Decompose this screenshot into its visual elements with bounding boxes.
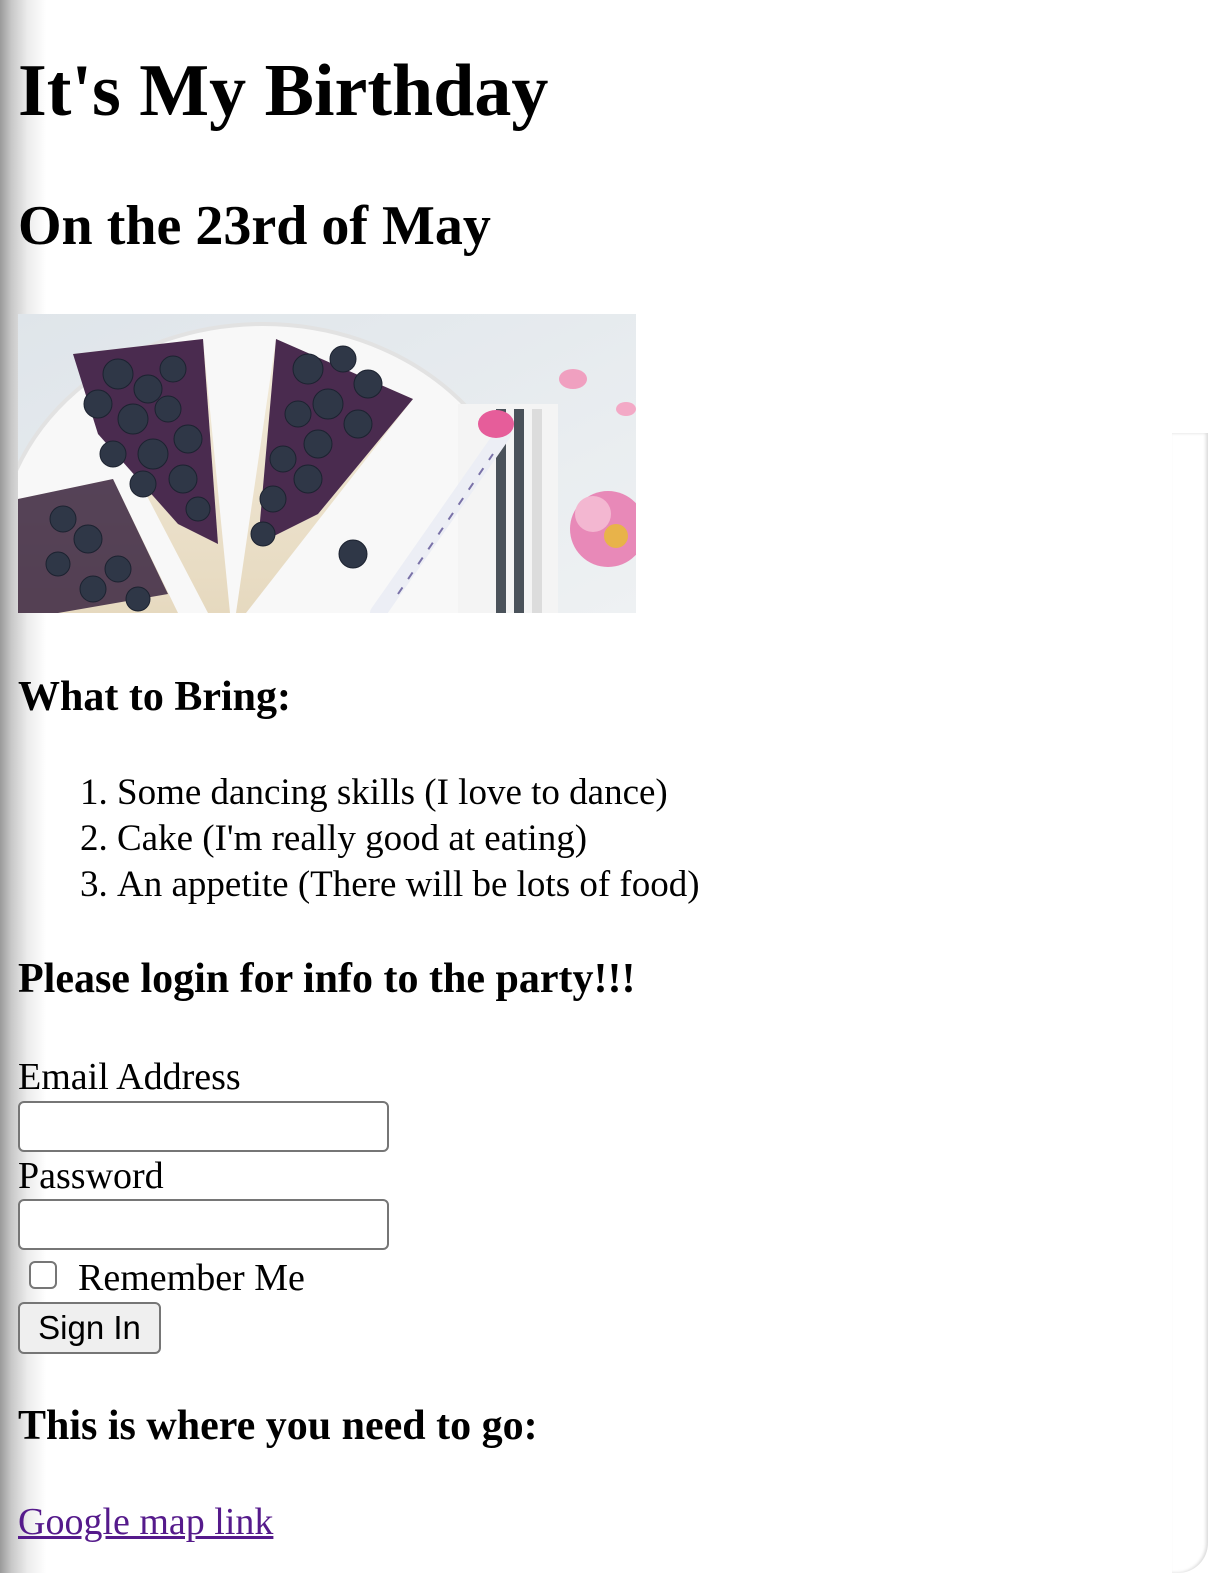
list-item: An appetite (There will be lots of food) xyxy=(117,862,700,908)
what-to-bring-heading: What to Bring: xyxy=(18,674,291,720)
login-heading: Please login for info to the party!!! xyxy=(18,956,636,1002)
email-field[interactable] xyxy=(18,1101,389,1152)
cheesecake-image xyxy=(18,314,636,613)
remember-me-label[interactable]: Remember Me xyxy=(78,1259,305,1297)
bring-list: Some dancing skills (I love to dance) Ca… xyxy=(18,770,700,908)
list-item: Some dancing skills (I love to dance) xyxy=(117,770,700,816)
password-label: Password xyxy=(18,1155,164,1197)
party-date: On the 23rd of May xyxy=(18,195,491,257)
password-field[interactable] xyxy=(18,1199,389,1250)
list-item: Cake (I'm really good at eating) xyxy=(117,816,700,862)
remember-me-checkbox[interactable] xyxy=(29,1261,57,1289)
page-title: It's My Birthday xyxy=(18,50,549,132)
google-map-link[interactable]: Google map link xyxy=(18,1503,273,1541)
window-right-edge xyxy=(1172,433,1208,1573)
location-heading: This is where you need to go: xyxy=(18,1403,538,1449)
email-label: Email Address xyxy=(18,1056,241,1098)
sign-in-button[interactable]: Sign In xyxy=(18,1302,161,1354)
